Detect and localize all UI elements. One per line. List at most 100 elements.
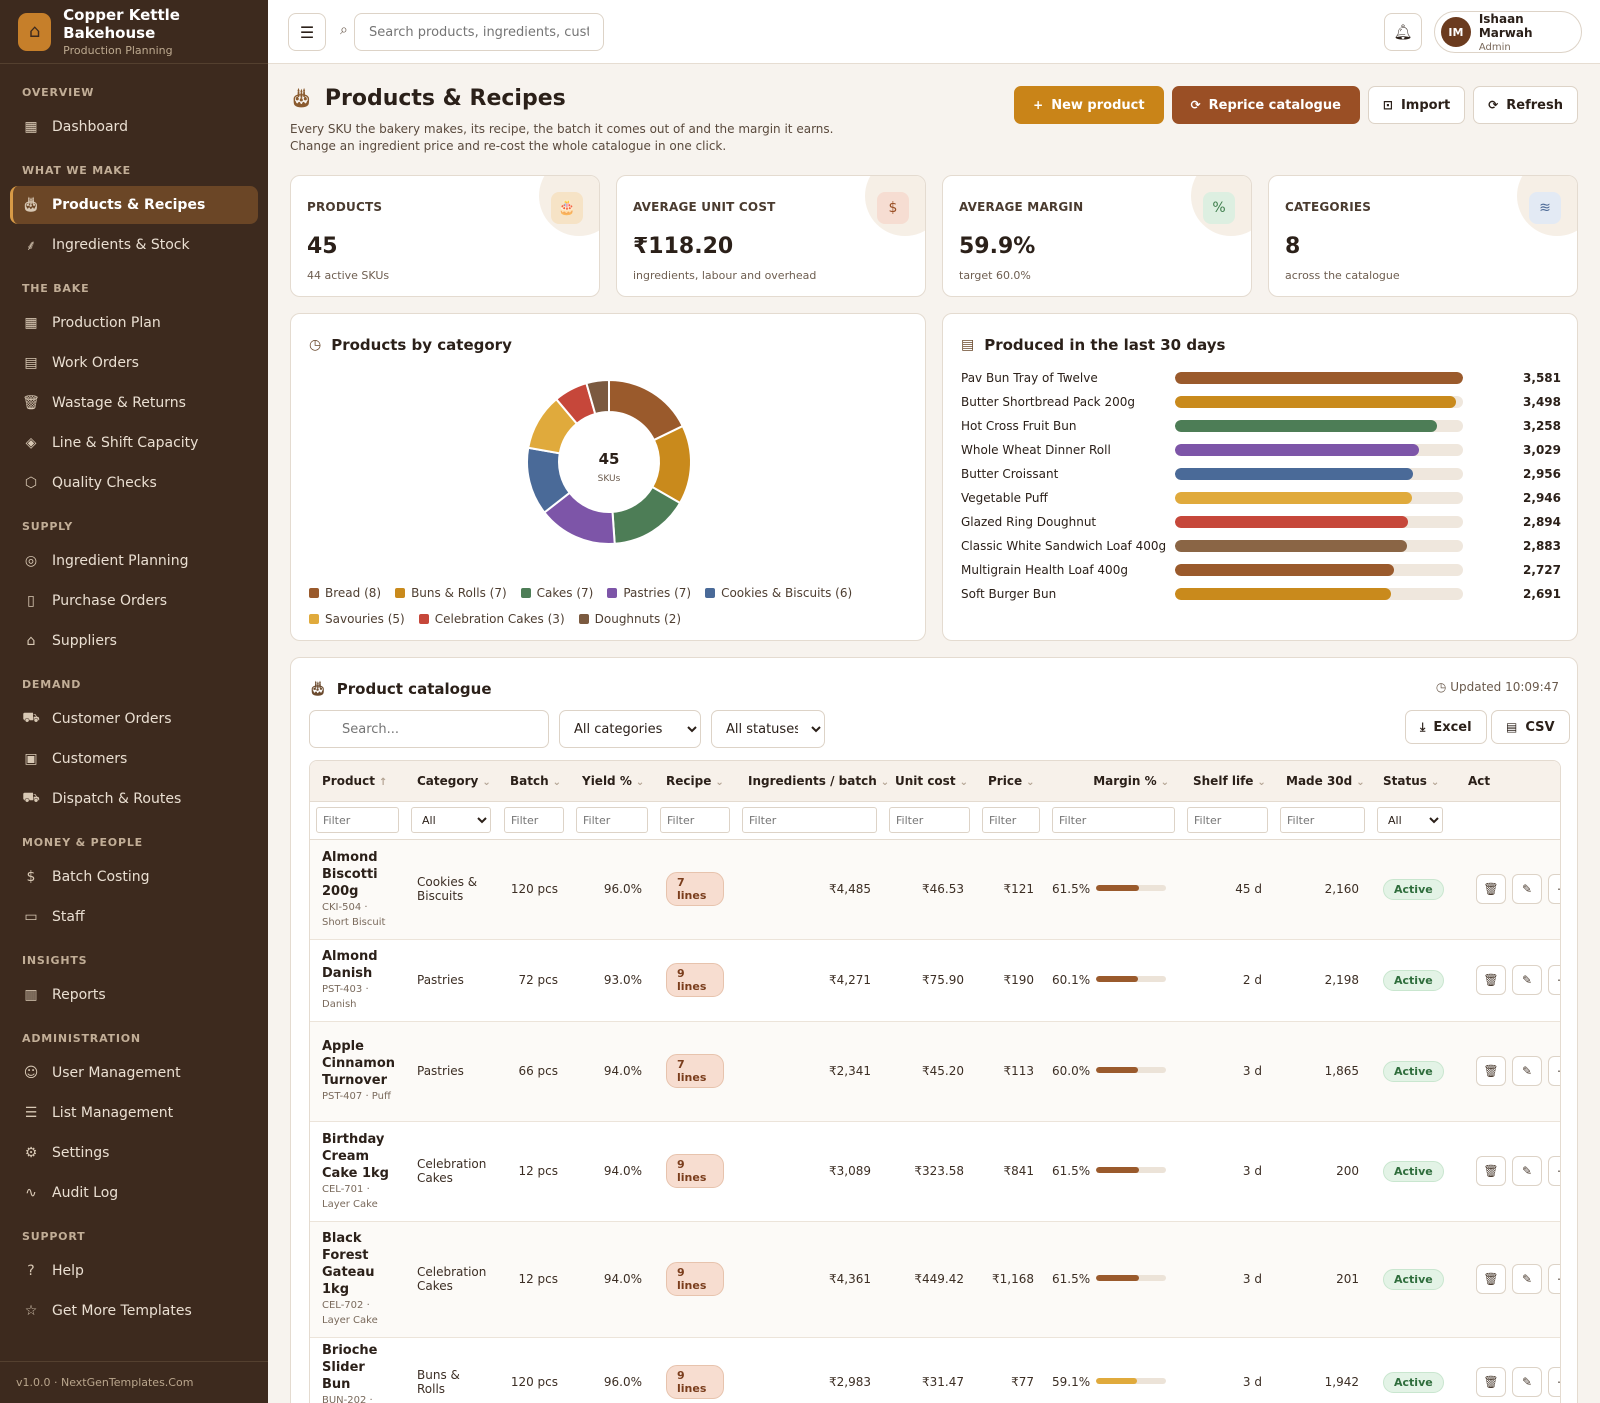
recipe-lines-badge[interactable]: 7 lines (666, 1054, 724, 1088)
column-header-margin[interactable]: Margin % ⌄ (1046, 761, 1181, 801)
edit-button[interactable]: ✎ (1512, 1367, 1542, 1397)
delete-button[interactable]: 🗑︎ (1476, 1056, 1506, 1086)
column-filter-input[interactable] (576, 807, 648, 833)
sidebar-item-ingredient-planning[interactable]: ◎ Ingredient Planning (10, 542, 258, 580)
table-row[interactable]: Brioche Slider BunBUN-202 · Bun Buns & R… (310, 1337, 1560, 1403)
sidebar-item-work-orders[interactable]: ▤ Work Orders (10, 344, 258, 382)
edit-button[interactable]: ✎ (1512, 965, 1542, 995)
column-filter-input[interactable] (316, 807, 399, 833)
product-name[interactable]: Apple Cinnamon Turnover (322, 1038, 395, 1089)
column-filter-select[interactable]: All (1377, 807, 1443, 833)
user-menu[interactable]: IM Ishaan Marwah Admin (1434, 11, 1582, 53)
table-row[interactable]: Almond Danish PST-403 · Danish Pastries 7… (310, 939, 1560, 1022)
brand[interactable]: ⌂ Copper Kettle Bakehouse Production Pla… (0, 0, 268, 64)
recipe-lines-badge[interactable]: 7 lines (666, 872, 724, 906)
delete-button[interactable]: 🗑︎ (1476, 965, 1506, 995)
column-filter-input[interactable] (660, 807, 730, 833)
product-name[interactable]: Birthday Cream Cake 1kg (322, 1131, 393, 1182)
more-button[interactable]: ⋯ (1548, 1264, 1560, 1294)
column-filter-select[interactable]: All (411, 807, 491, 833)
column-header-ingredients-batch[interactable]: Ingredients / batch ⌄ (736, 761, 889, 801)
sidebar-item-purchase-orders[interactable]: ▯ Purchase Orders (10, 582, 258, 620)
sidebar-item-dashboard[interactable]: ▦ Dashboard (10, 108, 258, 146)
legend-item[interactable]: Savouries (5) (309, 606, 405, 632)
product-name[interactable]: Black Forest Gateau 1kg (322, 1230, 393, 1298)
more-button[interactable]: ⋯ (1548, 1056, 1560, 1086)
legend-item[interactable]: Celebration Cakes (3) (418, 606, 565, 632)
sidebar-item-user-management[interactable]: ☺ User Management (10, 1054, 258, 1092)
column-header-category[interactable]: Category ⌄ (405, 761, 498, 801)
legend-item[interactable]: Cakes (7) (520, 580, 593, 606)
category-filter-select[interactable]: All categories (559, 710, 701, 748)
edit-button[interactable]: ✎ (1512, 1056, 1542, 1086)
delete-button[interactable]: 🗑︎ (1476, 1156, 1506, 1186)
legend-item[interactable]: Bread (8) (309, 580, 381, 606)
column-header-batch[interactable]: Batch ⌄ (498, 761, 570, 801)
sidebar-item-dispatch-routes[interactable]: ⛟ Dispatch & Routes (10, 780, 258, 818)
legend-item[interactable]: Cookies & Biscuits (6) (705, 580, 852, 606)
legend-item[interactable]: Doughnuts (2) (578, 606, 681, 632)
legend-item[interactable]: Buns & Rolls (7) (395, 580, 507, 606)
column-header-recipe[interactable]: Recipe ⌄ (654, 761, 736, 801)
column-filter-input[interactable] (1280, 807, 1365, 833)
column-header-unit-cost[interactable]: Unit cost ⌄ (883, 761, 976, 801)
column-filter-input[interactable] (742, 807, 877, 833)
table-row[interactable]: Almond Biscotti 200g CKI-504 · Short Bisc… (310, 839, 1560, 940)
excel-export-button[interactable]: ⤓ Excel (1405, 710, 1487, 744)
sidebar-item-customers[interactable]: ▣ Customers (10, 740, 258, 778)
column-filter-input[interactable] (1052, 807, 1175, 833)
sidebar-item-help[interactable]: ? Help (10, 1252, 258, 1290)
table-row[interactable]: Apple Cinnamon Turnover PST-407 · Puff Pa… (310, 1021, 1560, 1122)
more-button[interactable]: ⋯ (1548, 1156, 1560, 1186)
menu-toggle-button[interactable]: ☰ (288, 13, 326, 51)
refresh-button[interactable]: ⟳ Refresh (1473, 86, 1578, 124)
csv-export-button[interactable]: ▤ CSV (1491, 710, 1570, 744)
sidebar-item-customer-orders[interactable]: ⛟ Customer Orders (10, 700, 258, 738)
status-filter-select[interactable]: All statuses (711, 710, 825, 748)
edit-button[interactable]: ✎ (1512, 1264, 1542, 1294)
column-header-made-30d[interactable]: Made 30d ⌄ (1274, 761, 1371, 801)
recipe-lines-badge[interactable]: 9 lines (666, 1365, 724, 1399)
recipe-lines-badge[interactable]: 9 lines (666, 1262, 724, 1296)
sidebar-item-get-more-templates[interactable]: ☆ Get More Templates (10, 1292, 258, 1330)
catalogue-search-input[interactable] (309, 710, 549, 748)
sidebar-item-products-recipes[interactable]: 🎂︎ Products & Recipes (10, 186, 258, 224)
sidebar-item-batch-costing[interactable]: $ Batch Costing (10, 858, 258, 896)
column-filter-input[interactable] (889, 807, 970, 833)
sidebar-item-audit-log[interactable]: ∿ Audit Log (10, 1174, 258, 1212)
column-header-yield[interactable]: Yield % ⌄ (570, 761, 654, 801)
reprice-catalogue-button[interactable]: ⟳ Reprice catalogue (1171, 86, 1360, 124)
edit-button[interactable]: ✎ (1512, 874, 1542, 904)
edit-button[interactable]: ✎ (1512, 1156, 1542, 1186)
sidebar-item-settings[interactable]: ⚙ Settings (10, 1134, 258, 1172)
column-header-status[interactable]: Status ⌄ (1371, 761, 1456, 801)
new-product-button[interactable]: + New product (1014, 86, 1164, 124)
notifications-button[interactable]: 🔔︎ (1384, 13, 1422, 51)
column-header-shelf-life[interactable]: Shelf life ⌄ (1181, 761, 1274, 801)
sidebar-item-reports[interactable]: ▥ Reports (10, 976, 258, 1014)
column-filter-input[interactable] (982, 807, 1040, 833)
sidebar-item-ingredients-stock[interactable]: ⸙ Ingredients & Stock (10, 226, 258, 264)
column-header-price[interactable]: Price ⌄ (976, 761, 1046, 801)
sidebar-item-quality-checks[interactable]: ⬡ Quality Checks (10, 464, 258, 502)
delete-button[interactable]: 🗑︎ (1476, 1367, 1506, 1397)
product-name[interactable]: Almond Biscotti 200g (322, 849, 393, 900)
column-filter-input[interactable] (504, 807, 564, 833)
delete-button[interactable]: 🗑︎ (1476, 1264, 1506, 1294)
column-filter-input[interactable] (1187, 807, 1268, 833)
delete-button[interactable]: 🗑︎ (1476, 874, 1506, 904)
import-button[interactable]: ⊡ Import (1367, 86, 1466, 124)
more-button[interactable]: ⋯ (1548, 965, 1560, 995)
more-button[interactable]: ⋯ (1548, 1367, 1560, 1397)
column-header-act[interactable]: Act (1456, 761, 1560, 801)
recipe-lines-badge[interactable]: 9 lines (666, 1154, 724, 1188)
column-header-product[interactable]: Product ↑ (310, 761, 405, 801)
more-button[interactable]: ⋯ (1548, 874, 1560, 904)
sidebar-item-wastage-returns[interactable]: 🗑︎ Wastage & Returns (10, 384, 258, 422)
table-row[interactable]: Black Forest Gateau 1kg CEL-702 · Layer C… (310, 1221, 1560, 1338)
sidebar-item-list-management[interactable]: ☰ List Management (10, 1094, 258, 1132)
product-name[interactable]: Almond Danish (322, 948, 393, 982)
product-name[interactable]: Brioche Slider Bun (322, 1342, 393, 1393)
legend-item[interactable]: Pastries (7) (607, 580, 691, 606)
recipe-lines-badge[interactable]: 9 lines (666, 963, 724, 997)
